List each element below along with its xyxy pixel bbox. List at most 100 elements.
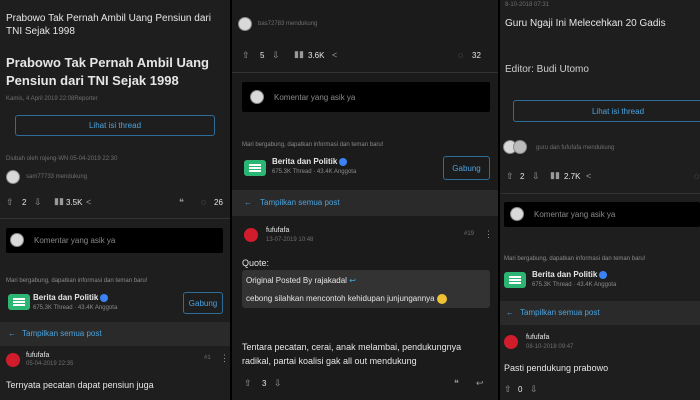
screenshot-panel-1: Prabowo Tak Pernah Ambil Uang Pensiun da…	[0, 0, 230, 400]
avatar[interactable]	[6, 170, 20, 184]
views-icon: ▮▮	[550, 170, 560, 180]
join-prompt: Mari bergabung, dapatkan informasi dan t…	[242, 142, 384, 148]
upvote-count: 2	[22, 198, 27, 207]
quote-link-icon[interactable]: ↩	[349, 276, 356, 285]
verified-icon	[100, 293, 109, 302]
upvote-icon[interactable]: ⇧	[6, 198, 14, 207]
quote-text: cebong silahkan mencontoh kehidupan junj…	[246, 294, 435, 304]
show-all-band[interactable]: ← Tampilkan semua post	[500, 301, 700, 325]
views-icon: ▮▮	[54, 196, 64, 206]
commenter-name[interactable]: fufufafa	[26, 352, 49, 359]
community-name[interactable]: Berita dan Politik	[532, 270, 597, 279]
divider	[500, 193, 700, 194]
community-stats: 675.3K Thread · 43.4K Anggota	[272, 169, 357, 175]
commenter-name[interactable]: fufufafa	[266, 227, 289, 234]
laughing-emoji-icon	[436, 294, 447, 304]
view-thread-button[interactable]: Lihat isi thread	[15, 115, 215, 136]
community-stats: 675.3K Thread · 43.4K Anggota	[33, 305, 118, 311]
reply-action-bar: ⇧ 0 ⇩	[504, 384, 694, 396]
top-meta: 8-10-2018 07:31	[505, 2, 550, 8]
comment-text: Pasti pendukung prabowo	[504, 363, 609, 373]
downvote-icon[interactable]: ⇩	[272, 51, 280, 60]
comment-placeholder: Komentar yang asik ya	[34, 236, 116, 245]
quote-reply-icon[interactable]: ❝	[179, 198, 184, 207]
upvote-icon[interactable]: ⇧	[242, 51, 250, 60]
comment-time: 05-04-2019 22:35	[26, 361, 74, 367]
reply-upvote-count: 3	[262, 379, 267, 388]
comment-placeholder: Komentar yang asik ya	[274, 93, 356, 102]
editor-line: Editor: Budi Utomo	[505, 64, 589, 75]
avatar	[10, 233, 24, 247]
comment-time: 13-07-2019 10:48	[266, 237, 314, 243]
reposter-text: sam77733 mendukung	[26, 174, 88, 180]
comment-time: 08-10-2018 09:47	[526, 344, 574, 350]
comment-icon[interactable]: ◌	[694, 172, 699, 181]
commenter-avatar[interactable]	[244, 228, 258, 242]
avatar[interactable]	[513, 140, 527, 154]
avatar	[510, 207, 524, 221]
show-all-band[interactable]: ← Tampilkan semua post	[232, 190, 498, 216]
views-icon: ▮▮	[294, 49, 304, 59]
commenter-name[interactable]: fufufafa	[526, 334, 549, 341]
article-headline: Prabowo Tak Pernah Ambil Uang Pensiun da…	[6, 55, 209, 88]
join-button[interactable]: Gabung	[183, 292, 223, 314]
quote-label: Quote:	[242, 258, 270, 268]
downvote-icon[interactable]: ⇩	[34, 198, 42, 207]
action-bar: ⇧ 2 ⇩ ▮▮ 2.7K < ◌	[506, 171, 700, 183]
downvote-icon[interactable]: ⇩	[532, 172, 540, 181]
comment-text: Ternyata pecatan dapat pensiun juga	[6, 380, 154, 390]
action-bar: ⇧ 2 ⇩ ▮▮ 3.5K < ❝ ◌ 26	[6, 197, 226, 209]
avatar	[250, 90, 264, 104]
quote-reply-icon[interactable]: ❝	[454, 379, 459, 388]
community-icon	[244, 160, 266, 176]
share-icon[interactable]: <	[332, 51, 337, 60]
verified-icon	[599, 270, 608, 279]
comment-body: Tentara pecatan, cerai, anak melambai, p…	[242, 342, 462, 366]
divider	[232, 72, 498, 73]
join-prompt: Mari bergabung, dapatkan informasi dan t…	[6, 278, 148, 284]
show-all-link[interactable]: Tampilkan semua post	[520, 308, 600, 317]
community-name[interactable]: Berita dan Politik	[272, 157, 337, 166]
comment-input[interactable]: Komentar yang asik ya	[242, 82, 490, 112]
comment-icon[interactable]: ◌	[201, 198, 206, 207]
comment-input[interactable]: Komentar yang asik ya	[6, 228, 223, 253]
commenter-avatar[interactable]	[504, 335, 518, 349]
join-prompt: Mari bergabung, dapatkan informasi dan t…	[504, 256, 646, 262]
share-icon[interactable]: <	[586, 172, 591, 181]
comment-placeholder: Komentar yang asik ya	[534, 210, 616, 219]
commenter-avatar[interactable]	[6, 353, 20, 367]
views-count: 3.5K	[66, 198, 83, 207]
reply-action-bar: ⇧ 3 ⇩ ❝ ↩	[244, 378, 494, 390]
upvote-icon[interactable]: ⇧	[244, 379, 252, 388]
reposter-text: bas72783 mendukung	[258, 21, 318, 27]
comment-input[interactable]: Komentar yang asik ya	[504, 202, 700, 227]
comment-count: 32	[472, 51, 481, 60]
more-options-icon[interactable]: ⋮	[484, 230, 493, 239]
show-all-link[interactable]: Tampilkan semua post	[22, 329, 102, 338]
downvote-icon[interactable]: ⇩	[274, 379, 282, 388]
community-stats: 675.3K Thread · 43.4K Anggota	[532, 282, 617, 288]
show-all-band[interactable]: ← Tampilkan semua post	[0, 322, 230, 346]
view-thread-button[interactable]: Lihat isi thread	[513, 100, 700, 122]
back-arrow-icon: ←	[8, 329, 16, 338]
more-options-icon[interactable]: ⋮	[220, 354, 229, 363]
quote-source: Original Posted By rajakadal	[246, 276, 347, 285]
upvote-icon[interactable]: ⇧	[506, 172, 514, 181]
comment-icon[interactable]: ◌	[458, 51, 463, 60]
upvote-count: 5	[260, 51, 265, 60]
comment-number: #19	[464, 231, 475, 237]
reposter-text: guru dan fufufafa mendukung	[536, 145, 615, 151]
upvote-count: 2	[520, 172, 525, 181]
share-icon[interactable]: <	[86, 198, 91, 207]
upvote-icon[interactable]: ⇧	[504, 385, 512, 394]
join-button[interactable]: Gabung	[443, 156, 490, 180]
screenshot-panel-3: 8-10-2018 07:31 Guru Ngaji Ini Melecehka…	[500, 0, 700, 400]
back-arrow-icon: ←	[506, 308, 514, 317]
avatar[interactable]	[238, 17, 252, 31]
reply-icon[interactable]: ↩	[476, 379, 484, 388]
community-name[interactable]: Berita dan Politik	[33, 293, 98, 302]
show-all-link[interactable]: Tampilkan semua post	[260, 198, 340, 207]
reply-upvote-count: 0	[518, 385, 523, 394]
downvote-icon[interactable]: ⇩	[530, 385, 538, 394]
back-arrow-icon: ←	[244, 198, 252, 207]
